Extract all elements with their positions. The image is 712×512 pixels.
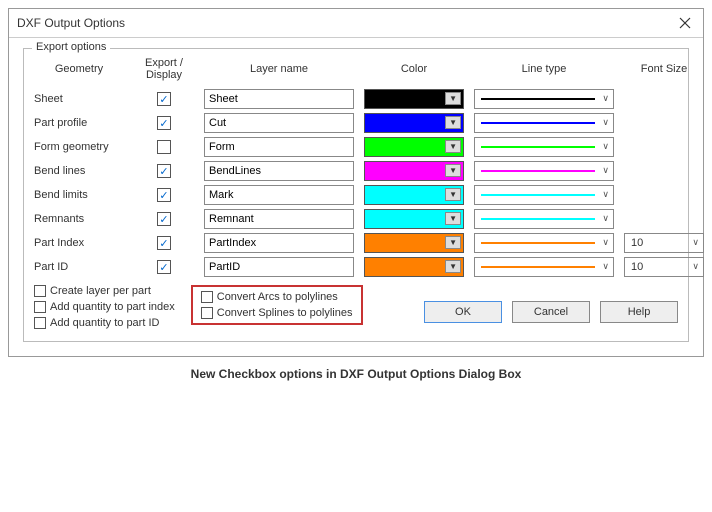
color-dropdown[interactable]	[364, 89, 464, 109]
layer-name-input[interactable]	[204, 209, 354, 229]
export-display-checkbox[interactable]	[157, 188, 171, 202]
header-font-size: Font Size	[624, 63, 704, 75]
checkbox-icon	[34, 285, 46, 297]
color-dropdown[interactable]	[364, 185, 464, 205]
color-dropdown[interactable]	[364, 257, 464, 277]
export-display-checkbox[interactable]	[157, 116, 171, 130]
left-checkbox-group: Create layer per part Add quantity to pa…	[34, 285, 175, 329]
geometry-label: Sheet	[34, 93, 124, 105]
layer-name-input[interactable]	[204, 185, 354, 205]
help-button[interactable]: Help	[600, 301, 678, 323]
color-dropdown[interactable]	[364, 113, 464, 133]
line-type-dropdown[interactable]	[474, 89, 614, 109]
titlebar: DXF Output Options	[9, 9, 703, 38]
color-dropdown[interactable]	[364, 161, 464, 181]
checkbox-icon	[201, 291, 213, 303]
fieldset-legend: Export options	[32, 41, 110, 53]
export-display-checkbox[interactable]	[157, 260, 171, 274]
line-type-dropdown[interactable]	[474, 257, 614, 277]
dxf-output-options-dialog: DXF Output Options Export options Geomet…	[8, 8, 704, 357]
header-color: Color	[364, 63, 464, 75]
figure-caption: New Checkbox options in DXF Output Optio…	[8, 367, 704, 381]
close-button[interactable]	[675, 13, 695, 33]
header-layer-name: Layer name	[204, 63, 354, 75]
export-options-group: Export options Geometry Export / Display…	[23, 48, 689, 342]
checkbox-icon	[201, 307, 213, 319]
geometry-row: Part Index 10	[34, 233, 678, 253]
geometry-row: Part profile	[34, 113, 678, 133]
geometry-label: Part Index	[34, 237, 124, 249]
cancel-button[interactable]: Cancel	[512, 301, 590, 323]
checkbox-icon	[34, 317, 46, 329]
layer-name-input[interactable]	[204, 113, 354, 133]
font-size-dropdown[interactable]: 10	[624, 257, 704, 277]
add-qty-to-index-option[interactable]: Add quantity to part index	[34, 301, 175, 313]
geometry-label: Part ID	[34, 261, 124, 273]
dialog-title: DXF Output Options	[17, 16, 125, 30]
layer-name-input[interactable]	[204, 257, 354, 277]
font-size-dropdown[interactable]: 10	[624, 233, 704, 253]
add-qty-to-id-option[interactable]: Add quantity to part ID	[34, 317, 175, 329]
line-type-dropdown[interactable]	[474, 161, 614, 181]
ok-button[interactable]: OK	[424, 301, 502, 323]
geometry-row: Bend limits	[34, 185, 678, 205]
geometry-row: Form geometry	[34, 137, 678, 157]
convert-arcs-option[interactable]: Convert Arcs to polylines	[201, 291, 353, 303]
dialog-buttons: OK Cancel Help	[424, 301, 678, 323]
geometry-row: Bend lines	[34, 161, 678, 181]
color-dropdown[interactable]	[364, 137, 464, 157]
export-display-checkbox[interactable]	[157, 92, 171, 106]
geometry-label: Bend limits	[34, 189, 124, 201]
convert-splines-option[interactable]: Convert Splines to polylines	[201, 307, 353, 319]
create-layer-per-part-option[interactable]: Create layer per part	[34, 285, 175, 297]
geometry-label: Part profile	[34, 117, 124, 129]
geometry-label: Form geometry	[34, 141, 124, 153]
bottom-options: Create layer per part Add quantity to pa…	[34, 285, 678, 329]
header-geometry: Geometry	[34, 63, 124, 75]
geometry-row: Sheet	[34, 89, 678, 109]
line-type-dropdown[interactable]	[474, 185, 614, 205]
header-line-type: Line type	[474, 63, 614, 75]
layer-name-input[interactable]	[204, 233, 354, 253]
close-icon	[679, 17, 691, 29]
checkbox-icon	[34, 301, 46, 313]
line-type-dropdown[interactable]	[474, 137, 614, 157]
color-dropdown[interactable]	[364, 209, 464, 229]
geometry-label: Bend lines	[34, 165, 124, 177]
line-type-dropdown[interactable]	[474, 209, 614, 229]
layer-name-input[interactable]	[204, 161, 354, 181]
header-export-display: Export / Display	[134, 57, 194, 81]
color-dropdown[interactable]	[364, 233, 464, 253]
layer-name-input[interactable]	[204, 137, 354, 157]
column-headers: Geometry Export / Display Layer name Col…	[34, 57, 678, 81]
geometry-label: Remnants	[34, 213, 124, 225]
export-display-checkbox[interactable]	[157, 236, 171, 250]
line-type-dropdown[interactable]	[474, 233, 614, 253]
highlighted-new-options: Convert Arcs to polylines Convert Spline…	[191, 285, 363, 325]
layer-name-input[interactable]	[204, 89, 354, 109]
export-display-checkbox[interactable]	[157, 212, 171, 226]
export-display-checkbox[interactable]	[157, 164, 171, 178]
geometry-row: Remnants	[34, 209, 678, 229]
line-type-dropdown[interactable]	[474, 113, 614, 133]
geometry-row: Part ID 10	[34, 257, 678, 277]
export-display-checkbox[interactable]	[157, 140, 171, 154]
